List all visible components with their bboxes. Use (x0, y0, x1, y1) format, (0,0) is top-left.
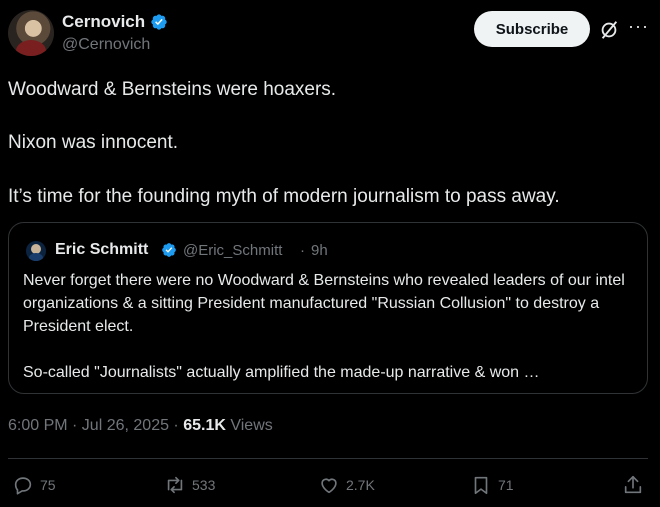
author-avatar[interactable] (8, 10, 54, 56)
repost-icon (167, 476, 183, 494)
tweet-paragraph: Nixon was innocent. (8, 132, 179, 153)
verified-badge-icon (151, 14, 167, 30)
quoted-author-avatar (26, 241, 46, 261)
tweet-meta: 6:00 PM · Jul 26, 2025 · 65.1K Views (8, 417, 273, 435)
author-handle[interactable]: @Cernovich (62, 36, 150, 54)
like-button[interactable]: 2.7K (318, 474, 375, 496)
quoted-author-handle: @Eric_Schmitt (183, 242, 283, 259)
views-count: 65.1K (183, 417, 226, 434)
views-label: Views (230, 417, 273, 434)
like-icon (321, 478, 337, 494)
tweet-paragraph: It’s time for the founding myth of moder… (8, 186, 560, 207)
share-icon[interactable] (622, 474, 644, 496)
grok-icon[interactable] (598, 19, 620, 41)
quoted-text: Never forget there were no Woodward & Be… (23, 269, 635, 384)
quoted-tweet[interactable]: Eric Schmitt @Eric_Schmitt · 9h Never fo… (8, 222, 648, 394)
quoted-author-name: Eric Schmitt (55, 241, 149, 258)
more-icon[interactable]: ··· (628, 17, 648, 40)
reply-button[interactable]: 75 (12, 474, 56, 496)
quoted-timestamp: 9h (311, 242, 328, 259)
tweet-paragraph: Woodward & Bernsteins were hoaxers. (8, 79, 337, 100)
quoted-separator: · (300, 242, 305, 259)
tweet-timestamp[interactable]: 6:00 PM · Jul 26, 2025 · (8, 417, 183, 434)
bookmark-count: 71 (498, 477, 514, 493)
quoted-paragraph: So-called "Journalists" actually amplifi… (23, 364, 540, 381)
subscribe-button[interactable]: Subscribe (474, 11, 590, 47)
reply-icon (14, 477, 32, 495)
bookmark-icon (474, 476, 488, 495)
reply-count: 75 (40, 477, 56, 493)
quoted-paragraph: Never forget there were no Woodward & Be… (23, 272, 625, 335)
repost-count: 533 (192, 477, 216, 493)
divider (8, 458, 648, 459)
author-name[interactable]: Cernovich (62, 12, 145, 32)
author-name-row[interactable]: Cernovich (62, 12, 168, 32)
like-count: 2.7K (346, 477, 375, 493)
verified-badge-icon (162, 243, 176, 257)
repost-button[interactable]: 533 (164, 474, 215, 496)
bookmark-button[interactable]: 71 (470, 474, 514, 496)
